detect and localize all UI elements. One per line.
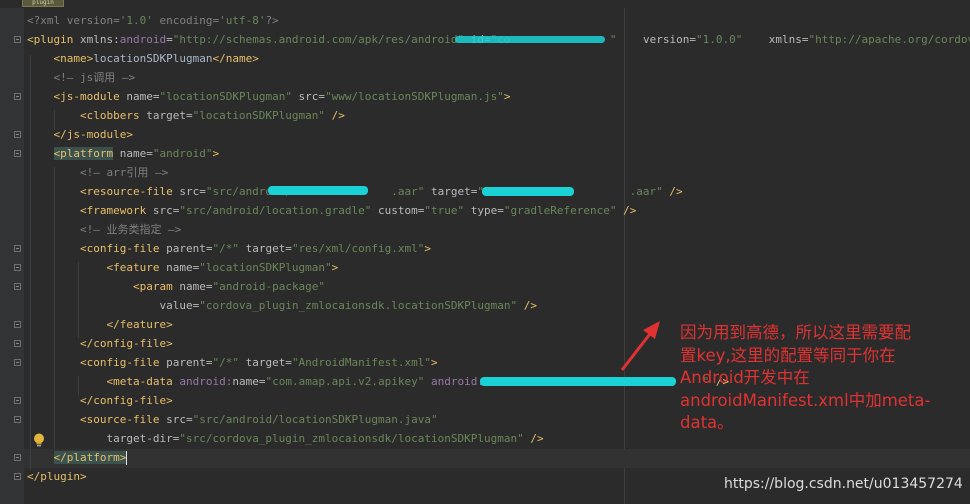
annotation-line: androidManifest.xml中加meta- (680, 390, 931, 410)
watermark: https://blog.csdn.net/u013457274 (724, 476, 963, 492)
annotation-line: 置key,这里的配置等同于你在 (680, 345, 896, 365)
annotation-line: data。 (680, 413, 734, 432)
annotation-line: 因为用到高德，所以这里需要配 (680, 323, 911, 342)
annotation-line: Android开发中在 (680, 368, 810, 387)
annotation-text: 因为用到高德，所以这里需要配 置key,这里的配置等同于你在 Android开发… (680, 322, 968, 435)
